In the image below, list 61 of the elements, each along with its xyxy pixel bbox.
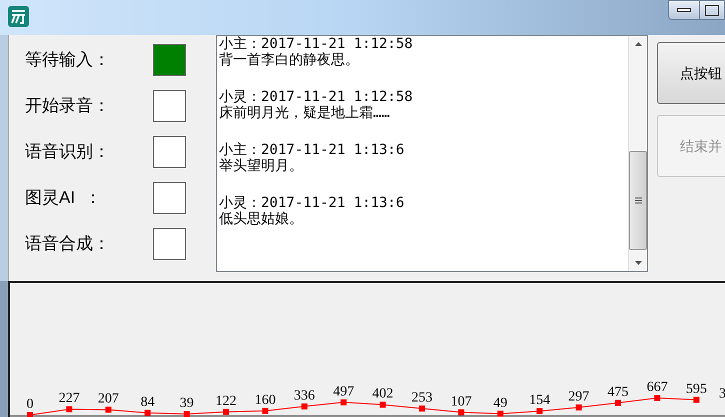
app-icon [8, 6, 29, 27]
message-header: 小灵：2017-11-21 1:13:6 [219, 195, 406, 211]
data-label: 207 [98, 392, 119, 407]
data-label: 160 [254, 392, 276, 408]
data-point [66, 406, 72, 412]
data-point [615, 400, 621, 406]
grip-icon [634, 197, 642, 204]
data-point [301, 403, 308, 410]
data-point [340, 399, 347, 406]
data-label: 336 [294, 388, 315, 404]
data-label: 49 [493, 396, 508, 411]
data-label: 107 [450, 394, 472, 410]
data-label: 667 [646, 380, 668, 395]
data-point [27, 412, 33, 417]
minimize-icon [677, 8, 691, 12]
data-point [458, 409, 464, 416]
data-label: 402 [372, 386, 394, 402]
maximize-icon [705, 4, 719, 16]
scroll-up-icon[interactable] [634, 42, 642, 46]
data-label: 154 [529, 393, 550, 408]
data-label: 84 [140, 394, 155, 410]
message-header: 小主：2017-11-21 1:12:58 [219, 36, 414, 52]
data-point [144, 410, 151, 416]
data-label: 227 [58, 391, 80, 406]
message-text: 举头望明月。 [219, 158, 304, 174]
data-point [536, 408, 543, 414]
scroll-down-icon[interactable] [634, 261, 642, 265]
data-point [693, 396, 700, 403]
data-point [262, 408, 268, 414]
scroll-thumb[interactable] [629, 151, 647, 250]
data-label: 497 [333, 384, 354, 400]
data-point [380, 402, 386, 408]
data-point [184, 411, 190, 417]
indicator-label: 等待输入： [25, 49, 111, 72]
action-button[interactable]: 点按钮 [657, 42, 725, 104]
data-label: 0 [26, 397, 34, 412]
message-header: 小灵：2017-11-21 1:12:58 [219, 89, 414, 105]
data-label: 595 [686, 382, 707, 397]
data-point [105, 406, 112, 413]
maximize-button[interactable] [700, 0, 725, 20]
minimize-button[interactable] [668, 0, 700, 20]
data-point [654, 395, 660, 401]
data-label: 39 [180, 396, 194, 411]
message-text: 床前明月光，疑是地上霜…… [219, 105, 391, 121]
data-point [223, 408, 229, 415]
data-point [576, 404, 582, 410]
message-text: 背一首李白的静夜思。 [219, 52, 360, 68]
data-point [497, 410, 504, 417]
indicator-label: 图灵AI ： [25, 187, 103, 210]
indicator-label: 语音识别： [25, 141, 111, 164]
message-header: 小主：2017-11-21 1:13:6 [219, 142, 406, 158]
data-label: 297 [568, 389, 590, 404]
data-label: 122 [216, 394, 236, 409]
chat-log[interactable]: 小主：2017-11-21 1:12:58 背一首李白的静夜思。 小灵：2017-11-21 1:12:58 床前明月光，疑是地上霜…… 小主：2017-11-21 1:13:6 举头望明月。 小灵：2017-11-21 1:13:6 低头思姑娘。 [216, 35, 648, 272]
scrollbar[interactable] [628, 36, 647, 271]
message-text: 低头思姑娘。 [219, 211, 304, 227]
data-label: 253 [412, 390, 432, 406]
data-point [419, 406, 425, 412]
indicator-label: 语音合成： [25, 233, 111, 256]
indicator-label: 开始录音： [25, 95, 111, 118]
data-label: 475 [608, 384, 628, 400]
